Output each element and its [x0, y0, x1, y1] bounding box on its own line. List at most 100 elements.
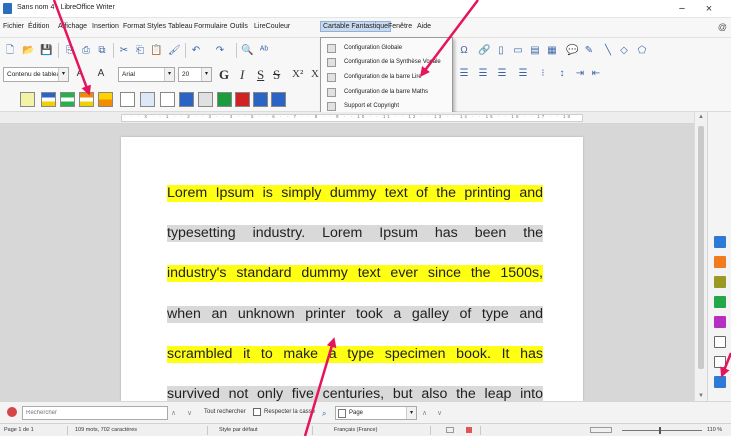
- color-lines-blue-icon[interactable]: [41, 92, 56, 107]
- page-break-icon[interactable]: ▭: [512, 45, 524, 57]
- frame-icon[interactable]: [160, 92, 175, 107]
- paste-icon[interactable]: 📋: [150, 45, 162, 57]
- page-number-status[interactable]: Page 1 de 1: [4, 427, 34, 433]
- gray-frame-icon[interactable]: [198, 92, 213, 107]
- comment-icon[interactable]: 💬: [566, 45, 578, 57]
- new-style-icon[interactable]: A: [95, 68, 107, 80]
- spelling-icon[interactable]: ᴬᵇ: [258, 45, 270, 57]
- chevron-down-icon[interactable]: ▾: [201, 68, 211, 81]
- font-name-combo[interactable]: Arial ▾: [118, 67, 175, 82]
- highlight-lines-button[interactable]: [20, 92, 35, 107]
- numbering-icon[interactable]: [140, 92, 155, 107]
- print-preview-icon[interactable]: ⧉: [96, 45, 108, 57]
- match-case-checkbox[interactable]: [253, 408, 261, 416]
- tag-icon[interactable]: [120, 92, 135, 107]
- menu-item-config-barre-maths[interactable]: Configuration de la barre Maths: [323, 86, 451, 99]
- menu-outils[interactable]: Outils: [230, 23, 248, 30]
- menu-edition[interactable]: Édition: [28, 23, 49, 30]
- export-pdf-icon[interactable]: ⎘: [64, 45, 76, 57]
- word-count-status[interactable]: 109 mots, 702 caractères: [75, 427, 137, 433]
- menu-aide[interactable]: Aide: [417, 23, 431, 30]
- header-footer-icon[interactable]: ▦: [546, 45, 558, 57]
- text-line[interactable]: industry's standard dummy text ever sinc…: [167, 265, 543, 282]
- subscript-button[interactable]: X: [311, 67, 319, 82]
- menu-insertion[interactable]: Insertion: [92, 23, 119, 30]
- language-status[interactable]: Français (France): [334, 427, 377, 433]
- print-icon[interactable]: ⎙: [80, 45, 92, 57]
- increase-indent-icon[interactable]: ⇥: [574, 68, 586, 80]
- page-style-status[interactable]: Style par défaut: [219, 427, 258, 433]
- field-icon[interactable]: ▤: [529, 45, 541, 57]
- accessibility-icon[interactable]: [714, 376, 726, 388]
- menu-affichage[interactable]: Affichage: [58, 23, 87, 30]
- align-right-icon[interactable]: ☰: [496, 68, 508, 80]
- previous-icon[interactable]: [253, 92, 268, 107]
- menu-styles[interactable]: Styles: [147, 23, 166, 30]
- menu-item-config-barre-lire[interactable]: Configuration de la barre Lire: [323, 71, 451, 84]
- menu-item-config-synthese[interactable]: Configuration de la Synthèse Vocale: [323, 56, 451, 69]
- manage-changes-icon[interactable]: [714, 336, 726, 348]
- zoom-slider-thumb[interactable]: [659, 427, 661, 434]
- search-in-combo[interactable]: Page ▾: [335, 406, 417, 420]
- gallery-icon[interactable]: [714, 276, 726, 288]
- find-previous-icon[interactable]: ∧: [171, 409, 176, 417]
- italic-button[interactable]: I: [240, 67, 244, 82]
- update-style-icon[interactable]: A: [74, 68, 86, 80]
- text-line[interactable]: scrambled it to make a type specimen boo…: [167, 346, 543, 363]
- zoom-slider[interactable]: [622, 430, 702, 431]
- stop-icon[interactable]: [235, 92, 250, 107]
- bold-button[interactable]: G: [219, 67, 229, 82]
- help-search-icon[interactable]: @: [718, 22, 727, 32]
- document-modified-icon[interactable]: [466, 427, 472, 433]
- list-bullets-icon[interactable]: ⁝: [537, 68, 549, 80]
- menu-fenetre[interactable]: Fenêtre: [388, 23, 412, 30]
- justify-icon[interactable]: ☰: [517, 68, 529, 80]
- track-changes-icon[interactable]: ✎: [583, 45, 595, 57]
- design-icon[interactable]: [714, 356, 726, 368]
- insert-mode-icon[interactable]: [446, 427, 454, 433]
- navigator-icon[interactable]: [714, 296, 726, 308]
- text-line[interactable]: Lorem Ipsum is simply dummy text of the …: [167, 185, 543, 202]
- search-input[interactable]: [22, 406, 168, 420]
- align-left-icon[interactable]: ☰: [458, 68, 470, 80]
- play-icon[interactable]: [217, 92, 232, 107]
- hyperlink-icon[interactable]: 🔗: [478, 45, 490, 57]
- minimize-button[interactable]: −: [672, 2, 692, 16]
- find-up-icon[interactable]: ∧: [422, 409, 427, 417]
- superscript-button[interactable]: X²: [292, 67, 303, 82]
- clone-formatting-icon[interactable]: 🖌: [168, 45, 181, 57]
- menu-tableau[interactable]: Tableau: [168, 23, 193, 30]
- find-replace-icon[interactable]: 🔍: [241, 45, 253, 57]
- find-all-button[interactable]: Tout rechercher: [204, 409, 246, 415]
- view-layout-icon[interactable]: [590, 427, 612, 433]
- redo-icon[interactable]: ↷: [214, 45, 226, 57]
- find-down-icon[interactable]: ∨: [437, 409, 442, 417]
- menu-lirecouleur[interactable]: LireCouleur: [254, 23, 290, 30]
- color-lines-green-icon[interactable]: [60, 92, 75, 107]
- close-find-icon[interactable]: [7, 407, 17, 417]
- decrease-indent-icon[interactable]: ⇤: [590, 68, 602, 80]
- underline-button[interactable]: S: [257, 67, 264, 82]
- chevron-down-icon[interactable]: ▾: [406, 407, 416, 419]
- basic-shapes-icon[interactable]: ◇: [618, 45, 630, 57]
- menu-format[interactable]: Format: [123, 23, 145, 30]
- find-replace-icon[interactable]: ⌕: [322, 409, 326, 419]
- footnote-icon[interactable]: ▯: [495, 45, 507, 57]
- text-line[interactable]: typesetting industry. Lorem Ipsum has be…: [167, 225, 543, 242]
- scroll-thumb[interactable]: [698, 126, 704, 369]
- page-icon[interactable]: [714, 316, 726, 328]
- menu-fichier[interactable]: Fichier: [3, 23, 24, 30]
- properties-icon[interactable]: [714, 236, 726, 248]
- save-icon[interactable]: 💾: [40, 45, 52, 57]
- chevron-down-icon[interactable]: ▾: [164, 68, 174, 81]
- horizontal-ruler[interactable]: · · · X · · 1 · · 2 · · 3 · · 4 · · 5 · …: [0, 112, 731, 124]
- special-character-icon[interactable]: Ω: [458, 45, 470, 57]
- zoom-level-status[interactable]: 110 %: [707, 427, 722, 433]
- vertical-scrollbar[interactable]: ▲ ▼: [694, 112, 707, 401]
- menu-item-config-globale[interactable]: Configuration Globale: [323, 42, 451, 55]
- next-icon[interactable]: [271, 92, 286, 107]
- paragraph-style-combo[interactable]: Contenu de tableau ▾: [3, 67, 69, 82]
- draw-functions-icon[interactable]: ⬠: [636, 45, 648, 57]
- color-lines-yellow-icon[interactable]: [79, 92, 94, 107]
- copy-icon[interactable]: ⎗: [134, 45, 146, 57]
